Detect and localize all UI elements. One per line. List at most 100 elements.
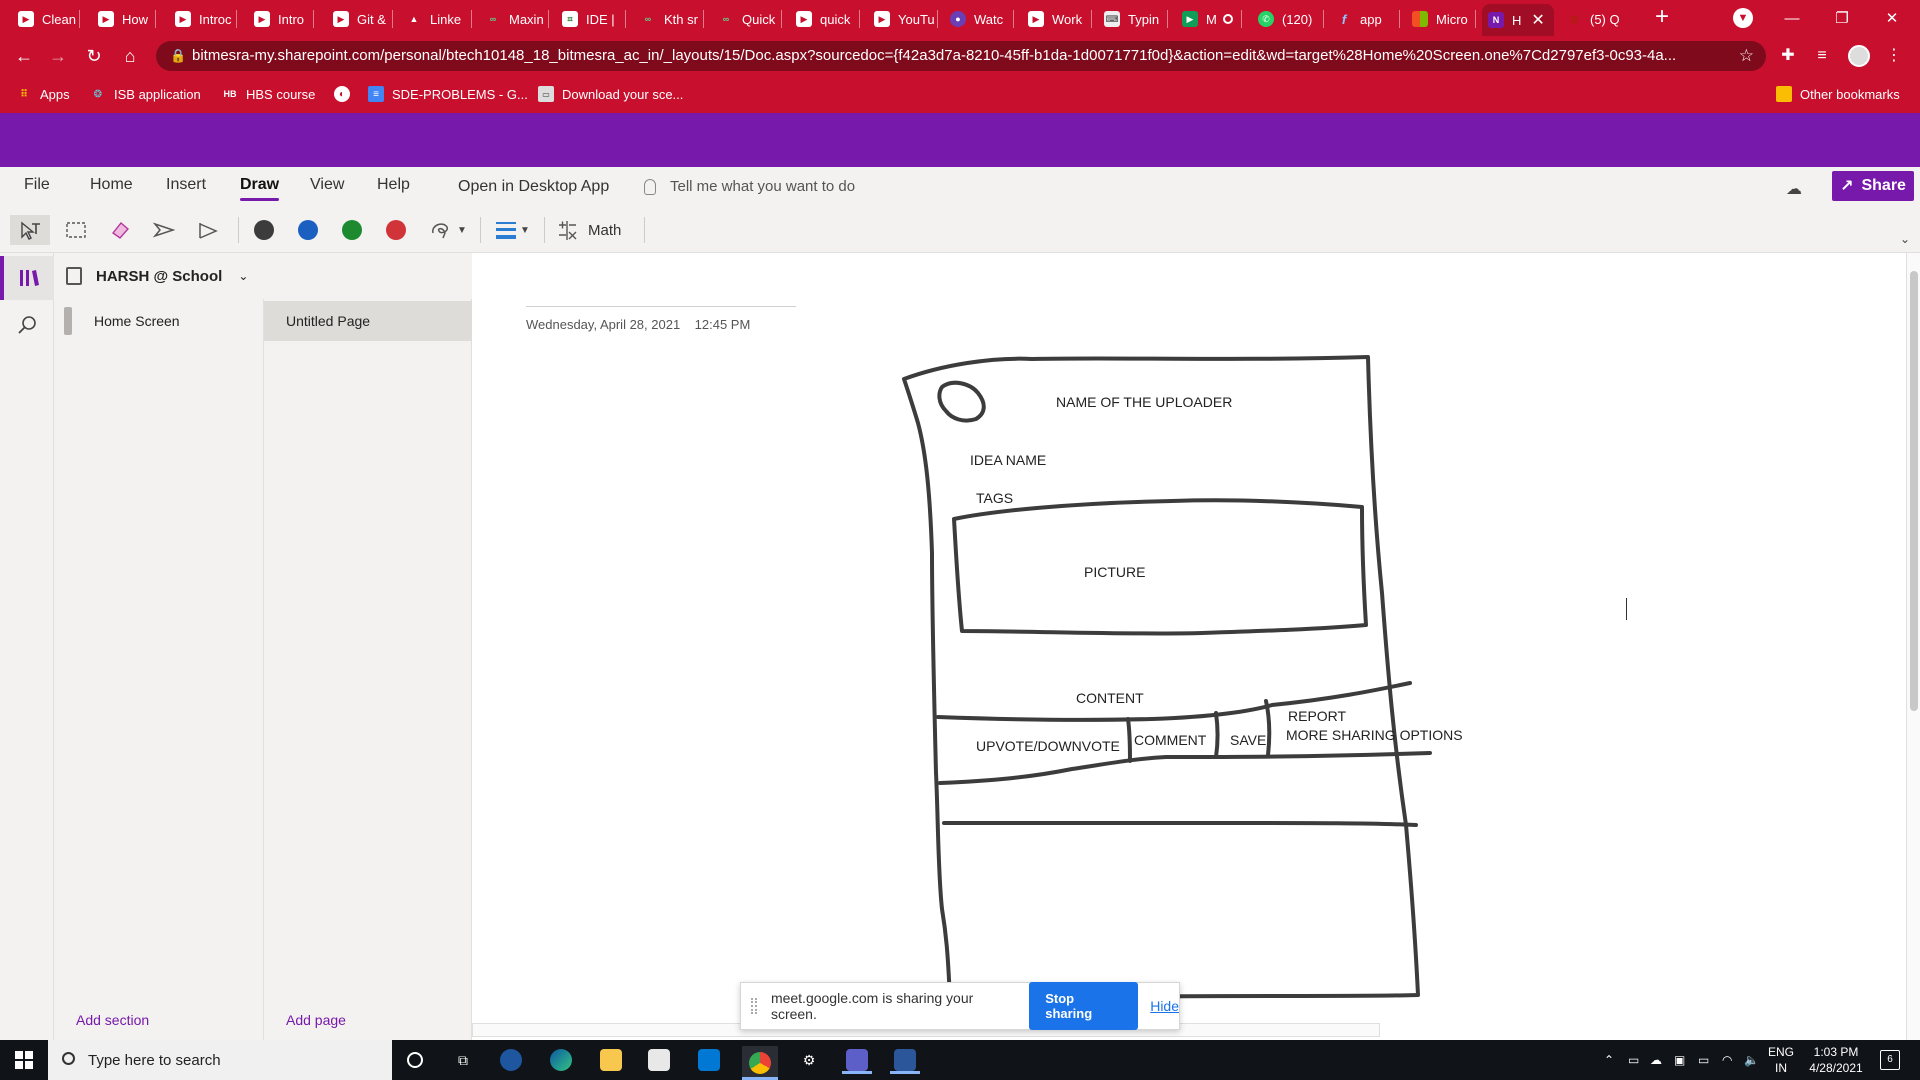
- tell-me-search[interactable]: Tell me what you want to do: [644, 178, 855, 195]
- browser-tab[interactable]: ▶ M: [1182, 6, 1242, 32]
- bookmark-isb[interactable]: ❂ ISB application: [90, 84, 201, 104]
- add-section-button[interactable]: Add section: [76, 1012, 149, 1028]
- bookmark-hbs[interactable]: HB HBS course: [222, 84, 316, 104]
- browser-tab[interactable]: ▶ How: [98, 6, 156, 32]
- lasso-select-tool[interactable]: [62, 215, 90, 245]
- back-icon[interactable]: ←: [10, 44, 38, 68]
- tab-search-icon[interactable]: ▼: [1733, 8, 1753, 28]
- taskbar-clock[interactable]: 1:03 PM 4/28/2021: [1800, 1044, 1872, 1076]
- tab-insert[interactable]: Insert: [166, 176, 206, 194]
- wifi-icon[interactable]: ◠: [1722, 1040, 1732, 1080]
- section-item-home-screen[interactable]: Home Screen: [54, 301, 264, 341]
- type-select-tool[interactable]: [10, 215, 50, 245]
- browser-tab[interactable]: ∞ Maxin: [485, 6, 549, 32]
- browser-tab[interactable]: ▶ quick: [796, 6, 860, 32]
- browser-tab[interactable]: ● Watc: [950, 6, 1014, 32]
- tab-help[interactable]: Help: [377, 176, 410, 194]
- battery-icon[interactable]: ▭: [1698, 1040, 1709, 1080]
- bookmark-apps[interactable]: ⠿ Apps: [16, 84, 70, 104]
- forward-icon[interactable]: →: [44, 44, 72, 68]
- tray-app-icon[interactable]: ▣: [1674, 1040, 1685, 1080]
- browser-tab[interactable]: ⌗ IDE |: [562, 6, 626, 32]
- tab-view[interactable]: View: [310, 176, 344, 194]
- share-button[interactable]: ↗ Share: [1832, 171, 1914, 201]
- green-pen[interactable]: [340, 215, 364, 245]
- extensions-icon[interactable]: ✚: [1776, 44, 1800, 68]
- red-pen[interactable]: [384, 215, 408, 245]
- reading-list-icon[interactable]: ≡: [1810, 44, 1834, 68]
- home-icon[interactable]: ⌂: [116, 44, 144, 68]
- onedrive-cloud-icon[interactable]: ☁: [1650, 1040, 1662, 1080]
- highlighter-tool[interactable]: [194, 215, 222, 245]
- open-in-desktop-app-button[interactable]: Open in Desktop App: [458, 178, 609, 196]
- other-bookmarks[interactable]: Other bookmarks: [1776, 84, 1900, 104]
- word-icon[interactable]: [890, 1046, 920, 1074]
- ink-to-shape-dropdown[interactable]: ▼: [426, 215, 470, 245]
- store-icon[interactable]: [644, 1046, 674, 1074]
- url-bar[interactable]: 🔒 bitmesra-my.sharepoint.com/personal/bt…: [156, 41, 1766, 71]
- task-view-icon[interactable]: ⧉: [448, 1046, 478, 1074]
- hide-sharing-bar-link[interactable]: Hide: [1150, 998, 1179, 1014]
- browser-tab[interactable]: ▶ Git &: [333, 6, 393, 32]
- add-page-button[interactable]: Add page: [286, 1012, 346, 1028]
- pen-tool[interactable]: [150, 215, 178, 245]
- settings-gear-icon[interactable]: ⚙: [794, 1046, 824, 1074]
- bookmark-globe[interactable]: ◐: [334, 84, 358, 104]
- browser-tab[interactable]: ⌨ Typin: [1104, 6, 1168, 32]
- browser-tab[interactable]: ∞ Quick: [718, 6, 782, 32]
- windows-start-icon[interactable]: [9, 1046, 39, 1074]
- browser-tab[interactable]: ▶ Introc: [175, 6, 237, 32]
- close-tab-icon[interactable]: ✕: [1531, 10, 1544, 30]
- stop-sharing-button[interactable]: Stop sharing: [1029, 982, 1139, 1030]
- tab-file[interactable]: File: [24, 176, 50, 194]
- browser-tab[interactable]: ▲ Linke: [406, 6, 472, 32]
- file-explorer-icon[interactable]: [596, 1046, 626, 1074]
- volume-icon[interactable]: 🔈: [1744, 1040, 1759, 1080]
- notebook-picker[interactable]: HARSH @ School ⌄: [54, 253, 472, 299]
- browser-tab-active[interactable]: N H ✕: [1482, 4, 1554, 36]
- browser-tab[interactable]: ✆ (120): [1258, 6, 1324, 32]
- collapse-ribbon-icon[interactable]: ⌄: [1900, 232, 1910, 246]
- chrome-icon[interactable]: [742, 1046, 778, 1080]
- reload-icon[interactable]: ↻: [80, 44, 108, 68]
- minimize-icon[interactable]: —: [1764, 0, 1820, 36]
- edge-icon[interactable]: [546, 1046, 576, 1074]
- cortana-icon[interactable]: [400, 1046, 430, 1074]
- browser-tab[interactable]: ▶ Intro: [254, 6, 314, 32]
- tray-meet-icon[interactable]: ▭: [1628, 1040, 1639, 1080]
- notifications-icon[interactable]: 6: [1880, 1050, 1900, 1070]
- browser-tab[interactable]: f app: [1336, 6, 1400, 32]
- blue-pen[interactable]: [296, 215, 320, 245]
- math-button[interactable]: Math: [556, 215, 632, 245]
- new-tab-button[interactable]: +: [1648, 5, 1676, 30]
- bookmark-download[interactable]: ▭ Download your sce...: [538, 84, 683, 104]
- browser-tab[interactable]: ∞ Kth sr: [640, 6, 704, 32]
- scrollbar-thumb[interactable]: [1910, 271, 1918, 711]
- tab-draw[interactable]: Draw: [240, 176, 280, 201]
- browser-tab[interactable]: Micro: [1412, 6, 1476, 32]
- browser-tab[interactable]: ▶ YouTu: [874, 6, 938, 32]
- close-window-icon[interactable]: ✕: [1864, 0, 1920, 36]
- browser-tab[interactable]: Q (5) Q: [1566, 6, 1630, 32]
- note-canvas[interactable]: Wednesday, April 28, 2021 12:45 PM NAME …: [472, 253, 1906, 1023]
- show-hidden-icons[interactable]: ⌃: [1604, 1040, 1614, 1080]
- browser-tab[interactable]: ▶ Work: [1028, 6, 1092, 32]
- black-pen[interactable]: [252, 215, 276, 245]
- line-weight-dropdown[interactable]: ▼: [490, 215, 534, 245]
- profile-avatar[interactable]: [1848, 45, 1870, 67]
- teams-icon[interactable]: [842, 1046, 872, 1074]
- browser-tab[interactable]: ▶ Clean: [18, 6, 80, 32]
- bookmark-star-icon[interactable]: ☆: [1739, 41, 1754, 71]
- app-icon-circle[interactable]: [496, 1046, 526, 1074]
- tab-home[interactable]: Home: [90, 176, 133, 194]
- restore-icon[interactable]: ❐: [1814, 0, 1870, 36]
- bookmark-sde-problems[interactable]: ≡ SDE-PROBLEMS - G...: [368, 84, 528, 104]
- page-item-untitled[interactable]: Untitled Page: [264, 301, 472, 341]
- mail-icon[interactable]: [694, 1046, 724, 1074]
- taskbar-search-box[interactable]: Type here to search: [48, 1040, 392, 1080]
- language-indicator[interactable]: ENG IN: [1766, 1044, 1796, 1076]
- sync-cloud-icon[interactable]: ☁: [1786, 179, 1802, 199]
- menu-kebab-icon[interactable]: ⋮: [1882, 44, 1906, 68]
- search-nav-button[interactable]: [0, 303, 54, 347]
- eraser-tool[interactable]: [106, 215, 134, 245]
